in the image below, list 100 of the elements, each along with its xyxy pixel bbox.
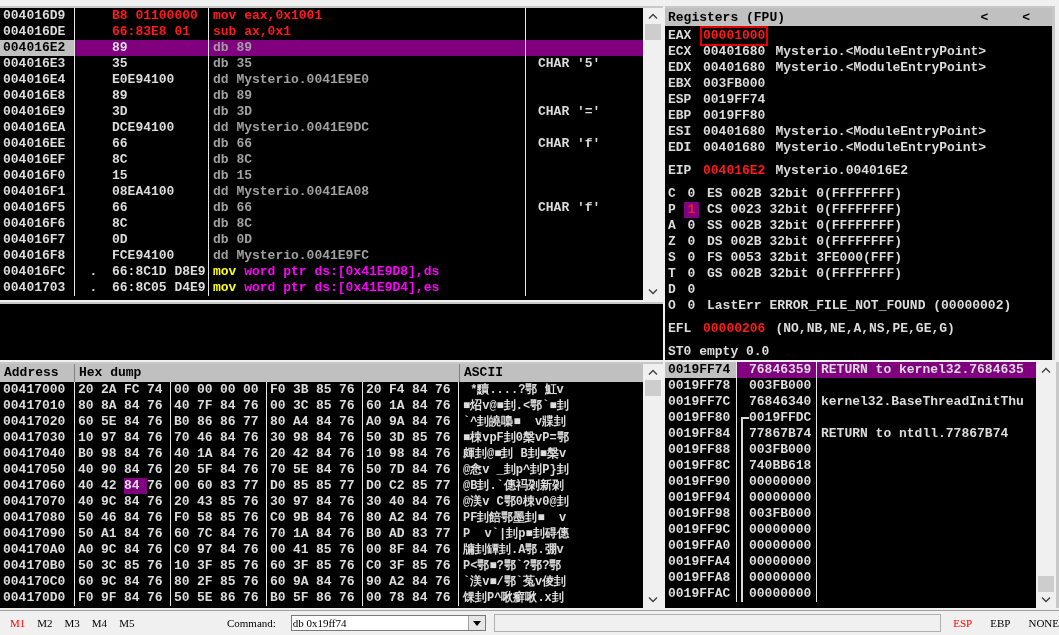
- hex-byte[interactable]: 90: [366, 574, 389, 590]
- scroll-thumb[interactable]: [645, 380, 661, 396]
- stack-row[interactable]: 0019FFA4 00000000: [665, 554, 1036, 570]
- hex-byte[interactable]: 85: [316, 542, 339, 558]
- register-value[interactable]: 00000206: [702, 321, 767, 337]
- hex-byte[interactable]: 00: [270, 542, 293, 558]
- hex-byte[interactable]: A4: [293, 414, 316, 430]
- hex-byte[interactable]: 20: [78, 382, 101, 398]
- code-row[interactable]: 004016EE 66 db 66 CHAR 'f': [0, 136, 643, 152]
- hex-byte[interactable]: 76: [435, 494, 458, 510]
- hex-byte[interactable]: 5E: [293, 462, 316, 478]
- hex-byte[interactable]: 80: [174, 574, 197, 590]
- hex-byte[interactable]: 50: [78, 526, 101, 542]
- hex-byte[interactable]: 3F: [389, 558, 412, 574]
- hex-byte[interactable]: 3C: [101, 558, 124, 574]
- hex-byte[interactable]: 76: [339, 398, 362, 414]
- hex-byte[interactable]: 84: [316, 430, 339, 446]
- hex-byte[interactable]: 00: [366, 590, 389, 606]
- register-value[interactable]: 004016E2: [702, 163, 767, 179]
- stack-row[interactable]: 0019FF90 00000000: [665, 474, 1036, 490]
- hex-byte[interactable]: 76: [147, 526, 170, 542]
- stack-row[interactable]: 0019FF98 003FB000: [665, 506, 1036, 522]
- hex-byte[interactable]: 5E: [101, 414, 124, 430]
- hex-byte[interactable]: 76: [243, 398, 266, 414]
- hex-byte[interactable]: 76: [243, 542, 266, 558]
- hex-byte[interactable]: 76: [435, 446, 458, 462]
- hex-byte[interactable]: 20: [270, 446, 293, 462]
- hex-byte[interactable]: 76: [147, 398, 170, 414]
- hex-byte[interactable]: 50: [78, 510, 101, 526]
- hex-byte[interactable]: 9A: [389, 414, 412, 430]
- hex-byte[interactable]: 85: [412, 558, 435, 574]
- hex-byte[interactable]: 1A: [197, 446, 220, 462]
- hex-byte[interactable]: 76: [339, 590, 362, 606]
- hex-byte[interactable]: 84: [124, 398, 147, 414]
- memory-button[interactable]: M5: [119, 617, 135, 629]
- hex-byte[interactable]: 42: [101, 478, 124, 494]
- hex-byte[interactable]: 50: [366, 430, 389, 446]
- code-row[interactable]: 004016F0 15 db 15: [0, 168, 643, 184]
- hex-byte[interactable]: 76: [339, 430, 362, 446]
- hex-byte[interactable]: 40: [174, 398, 197, 414]
- hex-byte[interactable]: 40: [174, 446, 197, 462]
- hex-byte[interactable]: 20: [174, 494, 197, 510]
- hex-byte[interactable]: 76: [435, 430, 458, 446]
- hex-byte[interactable]: 84: [124, 542, 147, 558]
- scroll-thumb[interactable]: [645, 24, 661, 40]
- code-row[interactable]: 004016F8 FCE94100 dd Mysterio.0041E9FC: [0, 248, 643, 264]
- hex-byte[interactable]: C0: [270, 510, 293, 526]
- hex-byte[interactable]: 84: [124, 478, 147, 494]
- register-value[interactable]: 0019FF80: [702, 108, 767, 124]
- hex-byte[interactable]: 76: [147, 510, 170, 526]
- code-row[interactable]: 004016EA DCE94100 dd Mysterio.0041E9DC: [0, 120, 643, 136]
- register-value[interactable]: 00401680: [702, 140, 767, 156]
- hex-byte[interactable]: 98: [101, 446, 124, 462]
- hex-byte[interactable]: 10: [78, 430, 101, 446]
- hex-byte[interactable]: 10: [366, 446, 389, 462]
- hex-byte[interactable]: 84: [124, 510, 147, 526]
- hex-byte[interactable]: 60: [78, 574, 101, 590]
- hex-byte[interactable]: 85: [220, 510, 243, 526]
- flag-value[interactable]: 0: [684, 266, 699, 282]
- hex-byte[interactable]: 76: [435, 542, 458, 558]
- code-row[interactable]: 00401703 . 66:8C05 D4E9 mov word ptr ds:[0x41E9D4],es: [0, 280, 643, 296]
- hex-byte[interactable]: 85: [316, 398, 339, 414]
- hex-byte[interactable]: 84: [124, 414, 147, 430]
- hex-byte[interactable]: 30: [270, 430, 293, 446]
- hex-byte[interactable]: 58: [197, 510, 220, 526]
- code-row[interactable]: 004016E3 35 db 35 CHAR '5': [0, 56, 643, 72]
- hex-byte[interactable]: 76: [147, 542, 170, 558]
- stack-row[interactable]: 0019FF8C 740BB618: [665, 458, 1036, 474]
- hex-byte[interactable]: 76: [339, 382, 362, 398]
- hex-byte[interactable]: 84: [220, 542, 243, 558]
- hex-byte[interactable]: 00: [366, 542, 389, 558]
- hex-byte[interactable]: 85: [316, 382, 339, 398]
- hex-byte[interactable]: 80: [366, 510, 389, 526]
- hex-byte[interactable]: 5F: [197, 462, 220, 478]
- hex-byte[interactable]: 84: [412, 398, 435, 414]
- hex-byte[interactable]: 76: [435, 398, 458, 414]
- hex-byte[interactable]: 98: [389, 446, 412, 462]
- stack-row[interactable]: 0019FFAC 00000000: [665, 586, 1036, 602]
- hex-byte[interactable]: 90: [101, 462, 124, 478]
- stack-row[interactable]: 0019FF80 0019FFDC: [665, 410, 1036, 426]
- hex-byte[interactable]: 84: [220, 430, 243, 446]
- hex-byte[interactable]: 00: [174, 478, 197, 494]
- hex-byte[interactable]: D0: [366, 478, 389, 494]
- hex-byte[interactable]: B0: [174, 414, 197, 430]
- scrollbar[interactable]: [643, 364, 663, 608]
- hex-byte[interactable]: 85: [124, 558, 147, 574]
- hex-byte[interactable]: 3F: [197, 558, 220, 574]
- hex-byte[interactable]: 76: [243, 574, 266, 590]
- hex-byte[interactable]: 70: [174, 430, 197, 446]
- register-value[interactable]: 00401680: [702, 44, 767, 60]
- hex-byte[interactable]: 76: [147, 414, 170, 430]
- hex-byte[interactable]: 83: [412, 526, 435, 542]
- hex-byte[interactable]: 86: [197, 414, 220, 430]
- flag-value[interactable]: 0: [684, 250, 699, 266]
- hex-byte[interactable]: B0: [78, 446, 101, 462]
- hex-byte[interactable]: AD: [389, 526, 412, 542]
- hex-byte[interactable]: 76: [243, 462, 266, 478]
- arrow-button[interactable]: <: [1018, 9, 1034, 25]
- hex-byte[interactable]: 10: [174, 558, 197, 574]
- stack-row[interactable]: 0019FF7C 76846340 kernel32.BaseThreadInitThu: [665, 394, 1036, 410]
